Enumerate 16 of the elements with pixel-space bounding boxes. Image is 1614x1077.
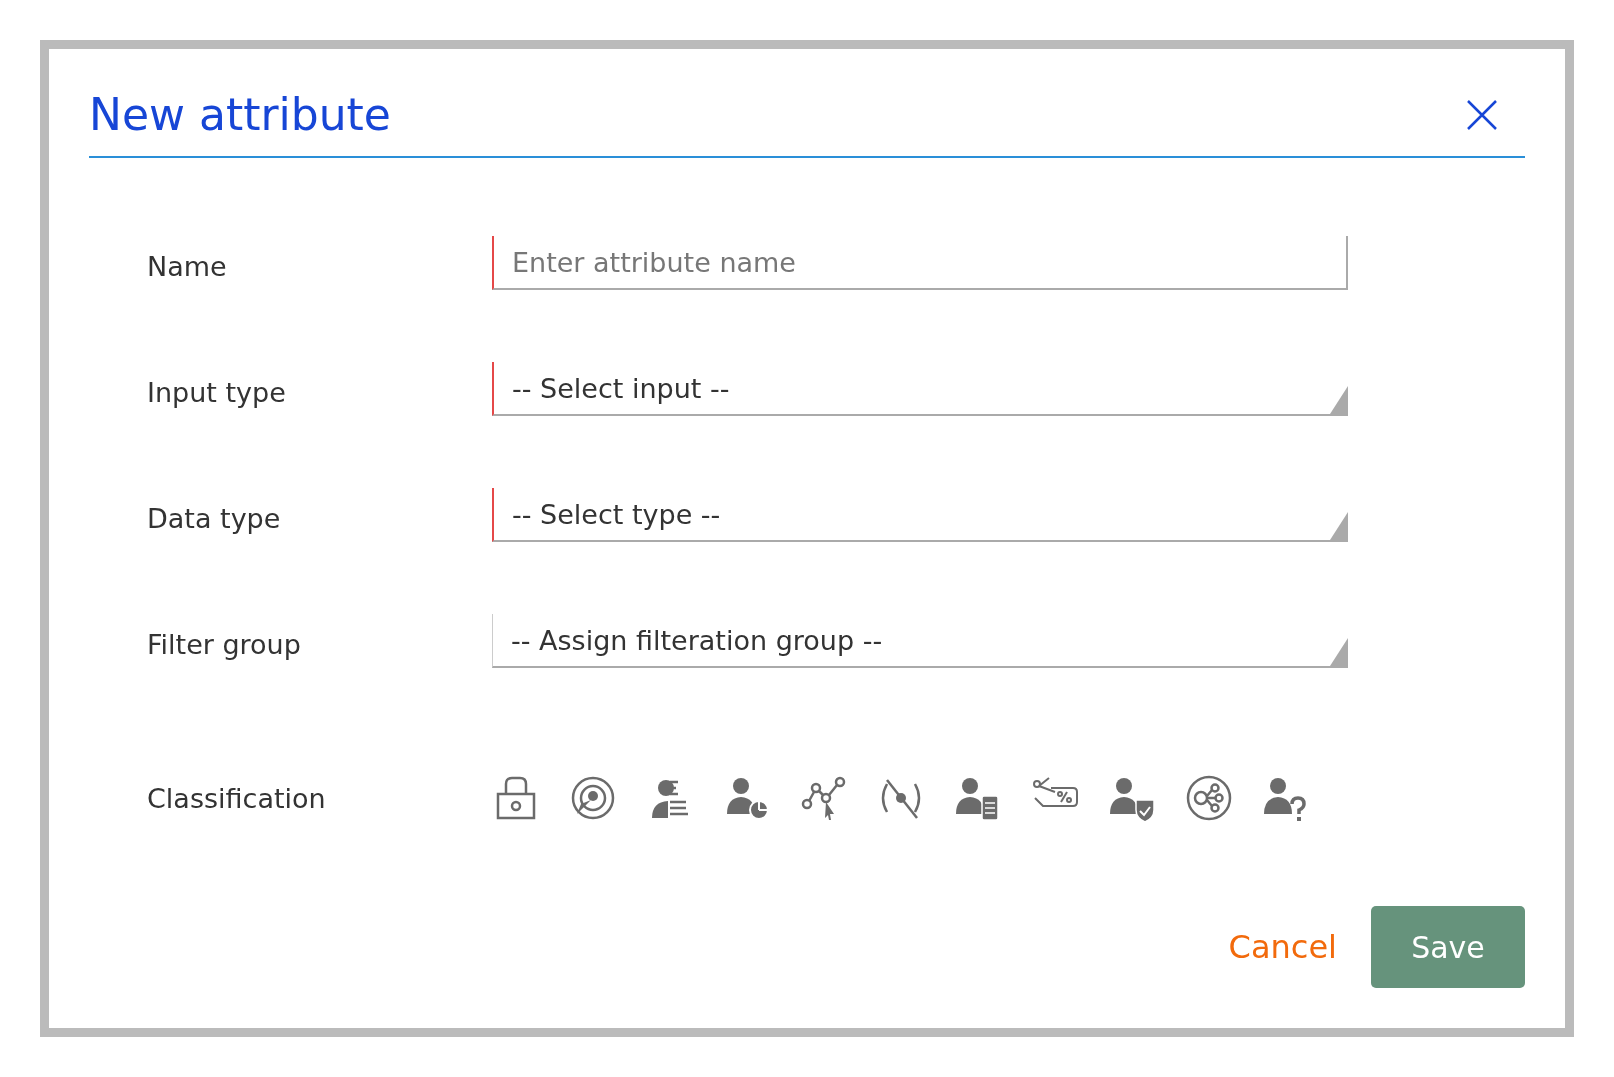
name-input-field[interactable]: Enter attribute name [492,236,1348,290]
select-dropdown[interactable]: -- Assign filteration group -- [492,614,1348,668]
share-circle-icon[interactable] [1185,774,1233,822]
field-label: Data type [147,503,282,536]
dropdown-corner-icon [1330,386,1348,414]
dropdown-corner-icon [1330,638,1348,666]
select-dropdown[interactable]: -- Select input -- [492,362,1348,416]
field-label: Input type [147,377,287,410]
select-dropdown[interactable]: -- Select type -- [492,488,1348,542]
network-pointer-icon[interactable] [800,774,848,822]
field-label: Classification [147,783,327,816]
field-label: Name [147,251,228,284]
dialog-title: New attribute [89,89,391,140]
field-label: Filter group [147,629,302,662]
dropdown-corner-icon [1330,512,1348,540]
target-icon[interactable] [569,774,617,822]
